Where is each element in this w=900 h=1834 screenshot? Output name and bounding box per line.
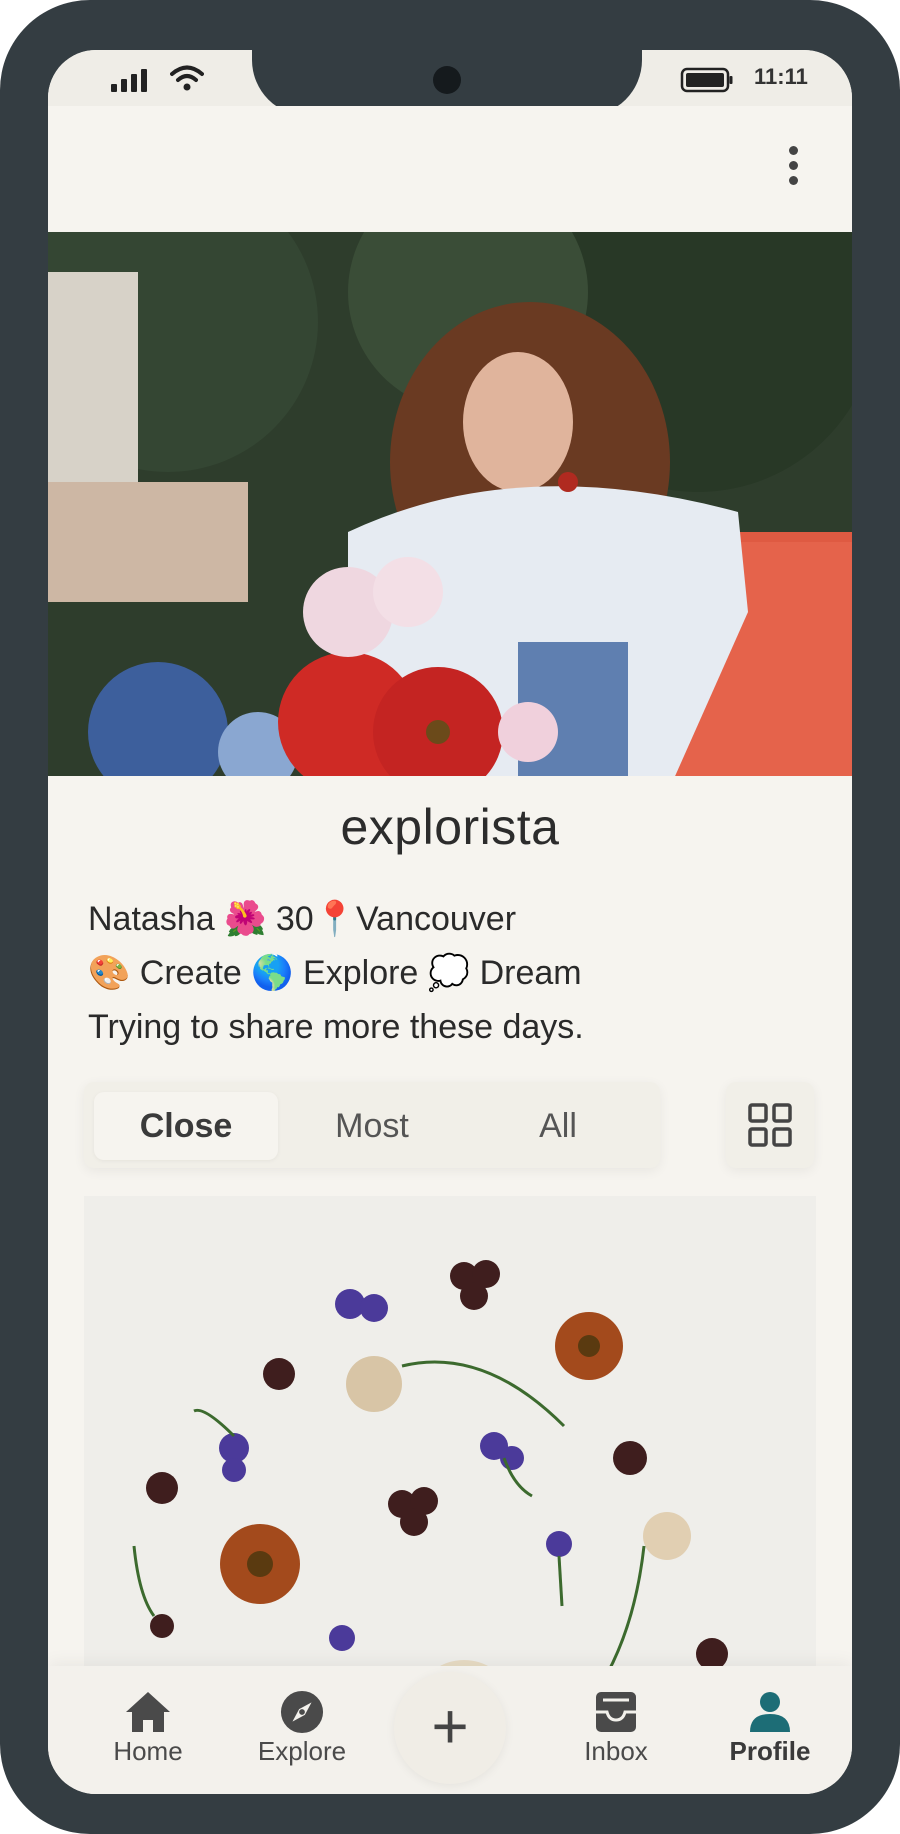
nav-inbox[interactable]: Inbox [556,1666,676,1794]
inbox-icon [596,1692,636,1732]
nav-home-label: Home [113,1736,183,1766]
screen: 11:11 explorista Natasha 🌺 30📍Vancouver … [48,50,852,1794]
bio: Natasha 🌺 30📍Vancouver 🎨 Create 🌎 Explor… [88,892,808,1054]
bio-line: Natasha 🌺 30📍Vancouver [88,900,517,938]
compass-icon [280,1690,324,1734]
plus-icon: + [431,1690,469,1762]
front-camera [433,66,461,94]
grid-icon [748,1103,792,1147]
battery-icon [680,67,733,93]
person-icon [750,1692,790,1732]
nav-home[interactable]: Home [88,1666,208,1794]
nav-inbox-label: Inbox [584,1736,648,1766]
nav-profile[interactable]: Profile [710,1666,830,1794]
cover-photo [48,232,852,776]
home-icon [126,1692,170,1732]
bio-line: Trying to share more these days. [88,1008,584,1046]
tab-most[interactable]: Most [280,1092,464,1160]
more-vertical-icon[interactable] [778,142,808,190]
tab-all[interactable]: All [466,1092,650,1160]
bottom-nav: Home Explore + Inbox Profile [48,1666,852,1794]
post-image[interactable] [84,1196,816,1716]
post-filter-tabs: Close Most All [84,1082,660,1168]
grid-view-button[interactable] [726,1082,814,1168]
tab-close[interactable]: Close [94,1092,278,1160]
nav-profile-label: Profile [729,1736,811,1766]
top-bar [48,106,852,232]
bio-line: 🎨 Create 🌎 Explore 💭 Dream [88,954,582,992]
username: explorista [340,799,560,855]
wifi-icon [170,65,204,91]
signal-icon [111,69,147,92]
nav-explore-label: Explore [257,1736,347,1766]
nav-explore[interactable]: Explore [242,1666,362,1794]
status-time: 11:11 [754,64,808,89]
status-bar: 11:11 [48,50,852,116]
phone-frame: 11:11 explorista Natasha 🌺 30📍Vancouver … [0,0,900,1834]
add-post-button[interactable]: + [394,1672,506,1784]
